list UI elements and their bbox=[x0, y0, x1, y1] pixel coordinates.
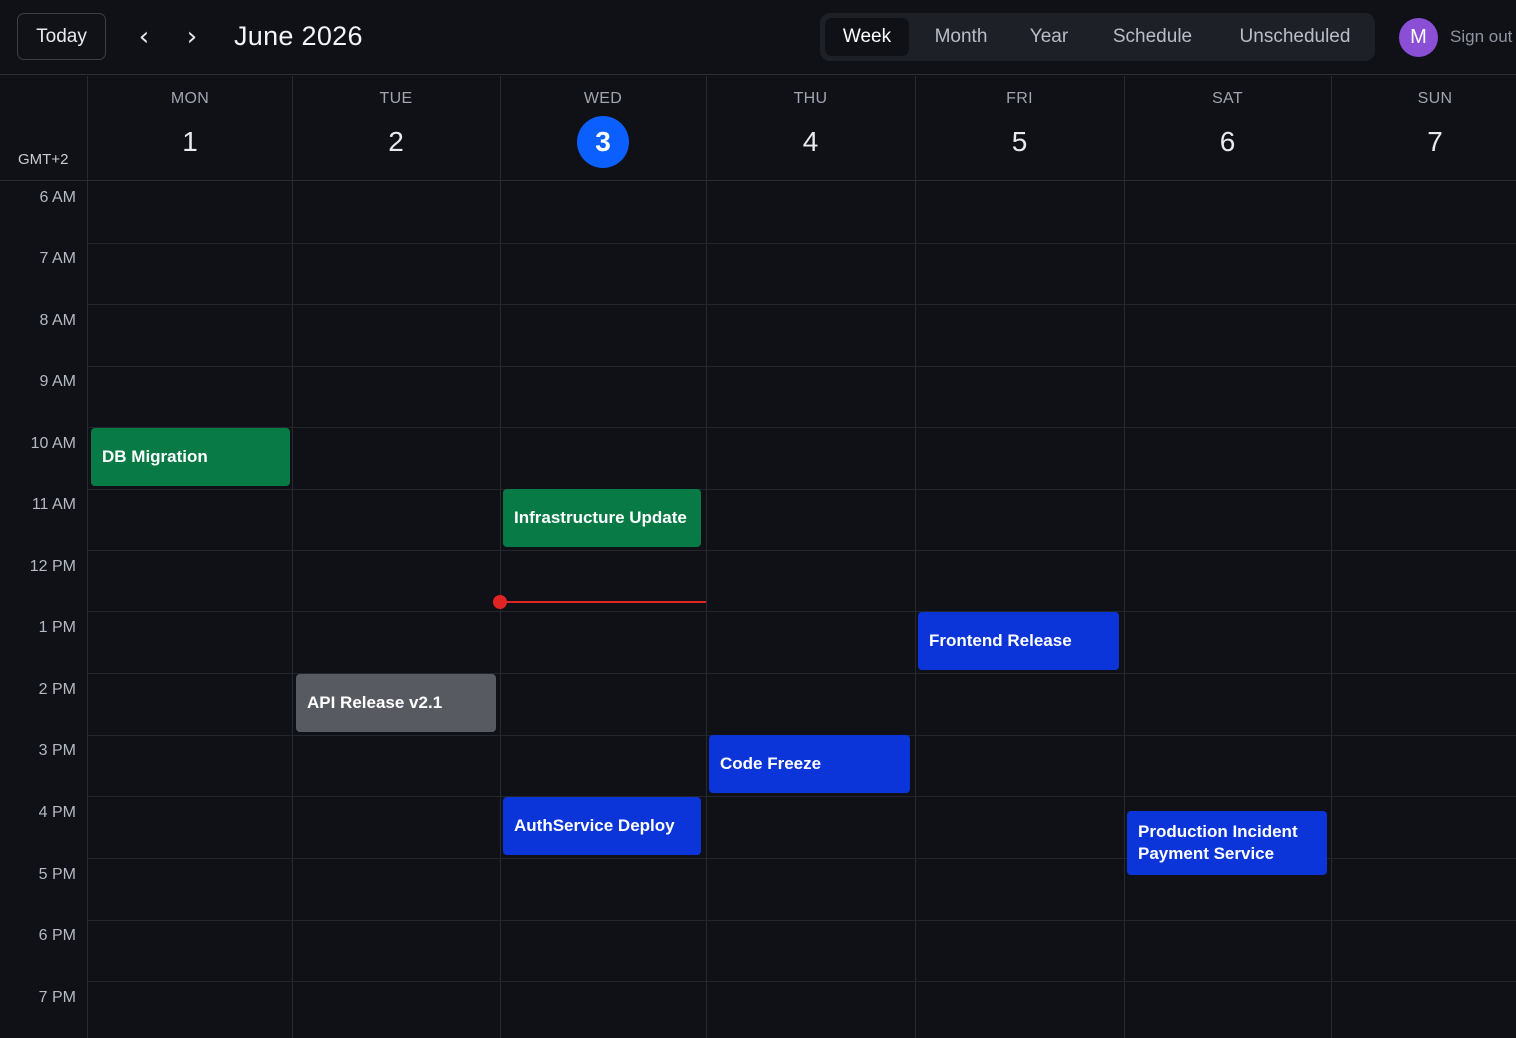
tab-year[interactable]: Year bbox=[1013, 18, 1085, 56]
hour-divider bbox=[88, 796, 1516, 797]
column-divider bbox=[87, 76, 88, 1038]
day-name: FRI bbox=[1006, 90, 1033, 107]
hour-label: 7 PM bbox=[38, 989, 76, 1006]
hour-label: 10 AM bbox=[30, 435, 76, 452]
view-switcher: Week Month Year Schedule Unscheduled bbox=[820, 13, 1375, 61]
hour-label: 8 AM bbox=[39, 312, 76, 329]
day-name: MON bbox=[170, 90, 210, 107]
day-header-tue: TUE 2 bbox=[292, 76, 500, 181]
hour-divider bbox=[88, 366, 1516, 367]
hour-divider bbox=[88, 243, 1516, 244]
hour-label: 4 PM bbox=[38, 804, 76, 821]
sign-out-link[interactable]: Sign out bbox=[1450, 26, 1512, 48]
hour-divider bbox=[88, 304, 1516, 305]
event-db-migration[interactable]: DB Migration bbox=[91, 428, 290, 486]
day-header-sun: SUN 7 bbox=[1331, 76, 1516, 181]
event-frontend-release[interactable]: Frontend Release bbox=[918, 612, 1119, 670]
day-header-wed: WED 3 bbox=[500, 76, 706, 181]
hour-label: 6 AM bbox=[39, 189, 76, 206]
day-number[interactable]: 4 bbox=[785, 116, 837, 168]
week-time-grid[interactable]: 6 AM 7 AM 8 AM 9 AM 10 AM 11 AM 12 PM 1 … bbox=[0, 76, 1516, 1038]
day-number[interactable]: 1 bbox=[164, 116, 216, 168]
day-name: THU bbox=[793, 90, 828, 107]
hour-label: 2 PM bbox=[38, 681, 76, 698]
column-divider bbox=[915, 76, 916, 1038]
hour-label: 7 AM bbox=[39, 250, 76, 267]
day-name: WED bbox=[583, 90, 623, 107]
day-header-mon: MON 1 bbox=[88, 76, 292, 181]
column-divider bbox=[500, 76, 501, 1038]
hour-divider bbox=[88, 427, 1516, 428]
column-divider bbox=[1331, 76, 1332, 1038]
calendar-toolbar: Today ‹ › June 2026 Week Month Year Sche… bbox=[0, 0, 1516, 75]
next-week-button[interactable]: › bbox=[181, 22, 203, 52]
event-production-incident[interactable]: Production Incident Payment Service bbox=[1127, 811, 1327, 875]
month-title: June 2026 bbox=[234, 21, 363, 51]
day-number[interactable]: 7 bbox=[1409, 116, 1461, 168]
day-header-sat: SAT 6 bbox=[1124, 76, 1331, 181]
hour-label: 11 AM bbox=[31, 496, 76, 513]
day-header-fri: FRI 5 bbox=[915, 76, 1124, 181]
today-day-number[interactable]: 3 bbox=[577, 116, 629, 168]
hour-label: 1 PM bbox=[38, 619, 76, 636]
hour-label: 9 AM bbox=[39, 373, 76, 390]
current-time-line bbox=[500, 601, 706, 603]
day-name: SUN bbox=[1417, 90, 1453, 107]
column-divider bbox=[706, 76, 707, 1038]
today-button[interactable]: Today bbox=[17, 13, 106, 60]
day-number[interactable]: 5 bbox=[994, 116, 1046, 168]
day-name: TUE bbox=[379, 90, 413, 107]
timezone-label: GMT+2 bbox=[18, 151, 69, 168]
column-divider bbox=[1124, 76, 1125, 1038]
day-name: SAT bbox=[1212, 90, 1243, 107]
hour-divider bbox=[88, 981, 1516, 982]
hour-label: 12 PM bbox=[29, 558, 76, 575]
hour-divider bbox=[88, 611, 1516, 612]
tab-unscheduled[interactable]: Unscheduled bbox=[1221, 18, 1369, 56]
week-day-header: GMT+2 MON 1 TUE 2 WED 3 THU 4 FRI 5 SAT … bbox=[0, 76, 1516, 181]
current-time-dot bbox=[493, 595, 507, 609]
hour-divider bbox=[88, 489, 1516, 490]
day-number[interactable]: 2 bbox=[370, 116, 422, 168]
previous-week-button[interactable]: ‹ bbox=[133, 22, 155, 52]
hour-divider bbox=[88, 550, 1516, 551]
tab-schedule[interactable]: Schedule bbox=[1095, 18, 1210, 56]
tab-week[interactable]: Week bbox=[825, 18, 909, 56]
event-api-release[interactable]: API Release v2.1 bbox=[296, 674, 496, 732]
hour-divider bbox=[88, 920, 1516, 921]
hour-label: 3 PM bbox=[38, 742, 76, 759]
event-infrastructure-update[interactable]: Infrastructure Update bbox=[503, 489, 701, 547]
hour-label: 5 PM bbox=[38, 866, 76, 883]
column-divider bbox=[292, 76, 293, 1038]
event-authservice-deploy[interactable]: AuthService Deploy bbox=[503, 797, 701, 855]
avatar[interactable]: M bbox=[1399, 18, 1438, 57]
hour-label: 6 PM bbox=[38, 927, 76, 944]
day-header-thu: THU 4 bbox=[706, 76, 915, 181]
tab-month[interactable]: Month bbox=[916, 18, 1006, 56]
event-code-freeze[interactable]: Code Freeze bbox=[709, 735, 910, 793]
day-number[interactable]: 6 bbox=[1202, 116, 1254, 168]
